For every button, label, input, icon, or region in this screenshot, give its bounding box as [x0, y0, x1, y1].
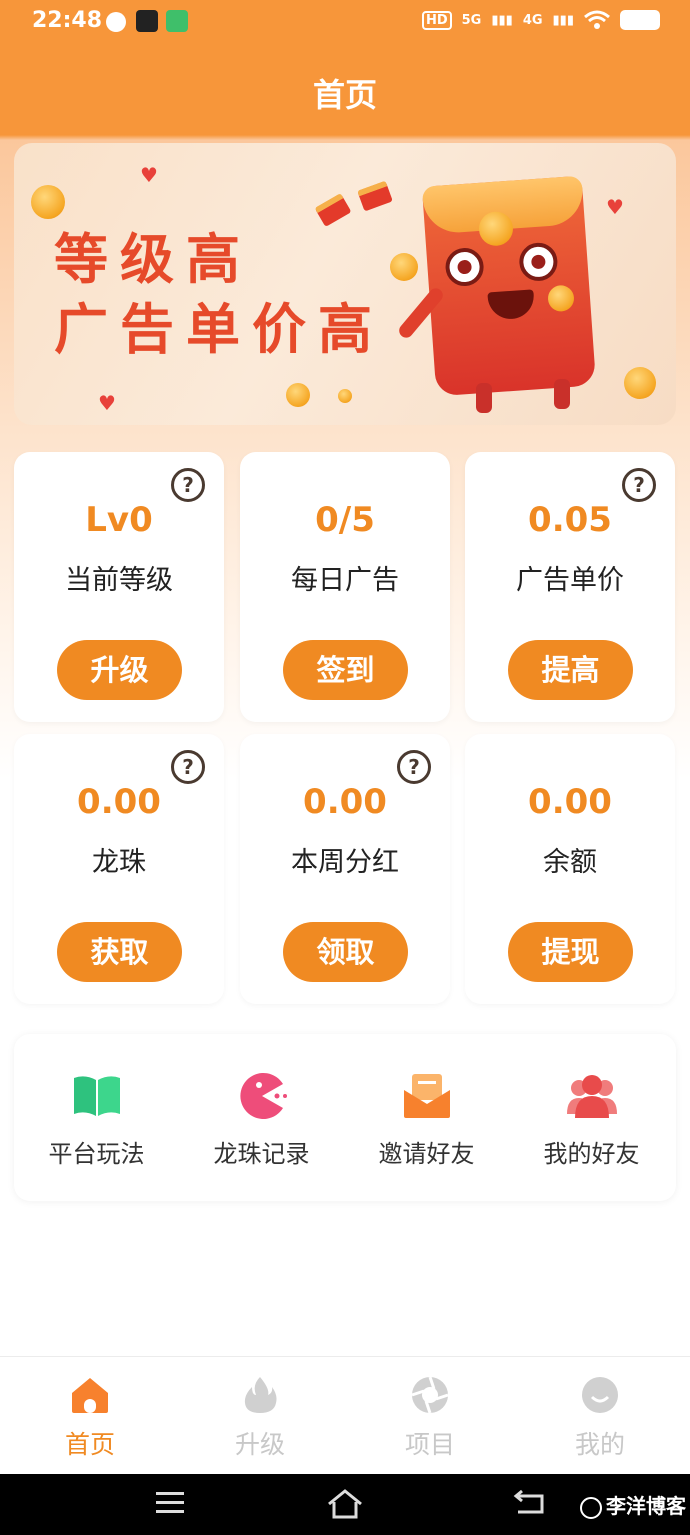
menu-item-invite-friends[interactable]: 邀请好友 [344, 1034, 509, 1201]
mini-envelope-icon [357, 180, 393, 212]
coin-icon [624, 367, 656, 399]
status-bar: 22:48 HD 5G ▮▮▮ 4G ▮▮▮ [0, 0, 690, 44]
claim-button[interactable]: 领取 [283, 922, 408, 982]
daily-ads-value: 0/5 [315, 500, 375, 540]
flame-icon [244, 1377, 277, 1413]
watermark-text: 李洋博客 [606, 1494, 686, 1518]
promo-banner[interactable]: 等级高 广告单价高 ♥ ♥ ♥ [14, 143, 676, 425]
menu-label: 龙珠记录 [213, 1140, 310, 1168]
withdraw-button[interactable]: 提现 [508, 922, 633, 982]
heart-icon: ♥ [140, 163, 158, 187]
4g-indicator: 4G [522, 12, 543, 28]
balance-value: 0.00 [528, 782, 612, 822]
upgrade-button[interactable]: 升级 [57, 640, 182, 700]
nav-label: 升级 [234, 1430, 285, 1459]
weekly-dividend-label: 本周分红 [291, 847, 399, 878]
nav-item-projects[interactable]: 项目 [344, 1357, 516, 1475]
home-icon [72, 1378, 108, 1413]
coin-icon [286, 383, 310, 407]
smile-icon [582, 1377, 618, 1413]
checkin-button[interactable]: 签到 [283, 640, 408, 700]
menu-label: 平台玩法 [48, 1140, 145, 1168]
help-icon[interactable]: ? [397, 750, 431, 784]
video-app-icon [166, 10, 188, 32]
help-icon[interactable]: ? [622, 468, 656, 502]
5g-indicator: 5G [461, 12, 482, 28]
system-nav-bar: 李洋博客 [0, 1474, 690, 1535]
quick-menu: 平台玩法 龙珠记录 邀请好友 我的好友 [14, 1034, 676, 1201]
stat-card-weekly-dividend: ? 0.00 本周分红 领取 [240, 734, 450, 1004]
aperture-icon [411, 1376, 449, 1414]
weekly-dividend-value: 0.00 [303, 782, 387, 822]
daily-ads-label: 每日广告 [291, 565, 399, 596]
ad-price-value: 0.05 [528, 500, 612, 540]
pacman-icon [240, 1073, 287, 1119]
menu-item-platform-guide[interactable]: 平台玩法 [14, 1034, 179, 1201]
watermark: 李洋博客 [580, 1490, 686, 1519]
obtain-button[interactable]: 获取 [57, 922, 182, 982]
stat-card-balance: 0.00 余额 提现 [465, 734, 675, 1004]
menu-item-pearl-records[interactable]: 龙珠记录 [179, 1034, 344, 1201]
coin-icon [338, 389, 352, 403]
check-icon [106, 12, 126, 32]
raise-button[interactable]: 提高 [508, 640, 633, 700]
menu-label: 邀请好友 [378, 1140, 475, 1168]
soul-app-icon [136, 10, 158, 32]
heart-icon: ♥ [606, 195, 624, 219]
signal-icon: ▮▮▮ [491, 12, 513, 28]
coin-icon [31, 185, 65, 219]
stat-card-daily-ads: 0/5 每日广告 签到 [240, 452, 450, 722]
book-icon [74, 1076, 120, 1116]
mail-icon [404, 1074, 450, 1118]
coin-icon [547, 284, 575, 313]
stat-card-level: ? Lv0 当前等级 升级 [14, 452, 224, 722]
ad-price-label: 广告单价 [516, 565, 624, 596]
hd-indicator: HD [421, 10, 452, 30]
level-value: Lv0 [85, 500, 153, 540]
back-icon[interactable] [512, 1488, 548, 1518]
wifi-icon [584, 10, 610, 29]
dragon-pearl-value: 0.00 [77, 782, 161, 822]
coin-icon [390, 253, 418, 281]
banner-line-1: 等级高 [54, 228, 252, 291]
help-icon[interactable]: ? [171, 468, 205, 502]
nav-label: 项目 [404, 1430, 455, 1459]
mini-envelope-icon [314, 192, 352, 228]
status-indicators: HD 5G ▮▮▮ 4G ▮▮▮ [421, 10, 660, 30]
nav-item-home[interactable]: 首页 [4, 1357, 176, 1475]
home-button-icon[interactable] [326, 1488, 364, 1520]
heart-icon: ♥ [98, 391, 116, 415]
nav-item-mine[interactable]: 我的 [514, 1357, 686, 1475]
red-envelope-mascot-icon [421, 175, 597, 397]
watermark-logo-icon [580, 1496, 602, 1519]
nav-label: 首页 [64, 1430, 115, 1459]
menu-icon[interactable] [154, 1488, 186, 1518]
friends-icon [567, 1075, 617, 1118]
dragon-pearl-label: 龙珠 [92, 847, 146, 878]
stat-card-dragon-pearl: ? 0.00 龙珠 获取 [14, 734, 224, 1004]
stat-card-ad-price: ? 0.05 广告单价 提高 [465, 452, 675, 722]
status-time: 22:48 [32, 8, 103, 33]
nav-label: 我的 [574, 1430, 625, 1459]
page-title: 首页 [312, 76, 377, 114]
bottom-nav: 首页 升级 项目 我的 [0, 1356, 690, 1474]
nav-item-upgrade[interactable]: 升级 [174, 1357, 346, 1475]
level-label: 当前等级 [65, 565, 173, 596]
balance-label: 余额 [543, 847, 597, 878]
menu-item-my-friends[interactable]: 我的好友 [509, 1034, 674, 1201]
banner-line-2: 广告单价高 [54, 298, 384, 361]
help-icon[interactable]: ? [171, 750, 205, 784]
battery-icon [620, 10, 660, 30]
menu-label: 我的好友 [543, 1140, 640, 1168]
signal-icon-2: ▮▮▮ [552, 12, 574, 28]
